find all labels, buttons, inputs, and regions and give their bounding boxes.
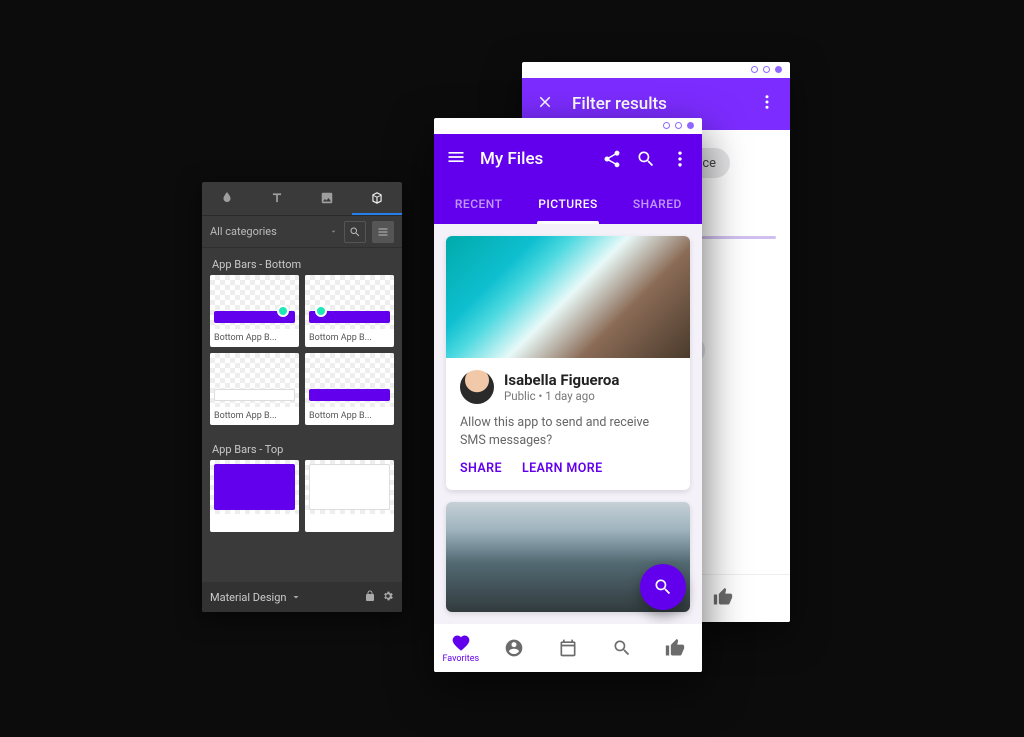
learn-more-button[interactable]: LEARN MORE — [522, 461, 603, 476]
avatar[interactable] — [460, 370, 494, 404]
close-icon[interactable] — [536, 93, 554, 115]
tab-recent[interactable]: RECENT — [434, 184, 523, 224]
tab-image-icon[interactable] — [302, 182, 352, 215]
files-tabs: RECENT PICTURES SHARED — [434, 184, 702, 224]
chevron-down-icon — [290, 591, 302, 603]
component-thumb[interactable]: Bottom App B... — [210, 353, 299, 425]
card-body: Allow this app to send and receive SMS m… — [446, 408, 690, 453]
component-thumb[interactable] — [305, 460, 394, 532]
component-thumb[interactable]: Bottom App B... — [305, 353, 394, 425]
files-phone: My Files RECENT PICTURES SHARED Isabella… — [434, 118, 702, 672]
gear-icon[interactable] — [382, 590, 394, 605]
filter-title: Filter results — [572, 94, 758, 114]
category-selector[interactable]: All categories — [202, 216, 402, 248]
component-thumb[interactable] — [210, 460, 299, 532]
nav-thumb[interactable] — [648, 624, 702, 672]
window-controls — [751, 66, 782, 73]
card-image — [446, 236, 690, 358]
category-label: All categories — [210, 225, 277, 238]
more-icon[interactable] — [670, 149, 690, 169]
card-subtitle: Public • 1 day ago — [504, 389, 619, 403]
search-fab[interactable] — [640, 564, 686, 610]
lock-icon[interactable] — [364, 590, 376, 605]
files-title: My Files — [480, 149, 588, 169]
tab-text-icon[interactable] — [252, 182, 302, 215]
search-icon[interactable] — [636, 149, 656, 169]
nav-thumb-icon[interactable] — [713, 587, 733, 611]
section-title: App Bars - Top — [202, 433, 402, 460]
share-icon[interactable] — [602, 149, 622, 169]
menu-icon[interactable] — [446, 147, 466, 171]
asset-panel: All categories App Bars - Bottom Bottom … — [202, 182, 402, 612]
nav-search[interactable] — [595, 624, 649, 672]
more-icon[interactable] — [758, 93, 776, 115]
panel-tabs — [202, 182, 402, 216]
tab-color-icon[interactable] — [202, 182, 252, 215]
panel-footer: Material Design — [202, 582, 402, 612]
component-thumb[interactable]: Bottom App B... — [305, 275, 394, 347]
nav-label: Favorites — [442, 654, 479, 664]
author-name: Isabella Figueroa — [504, 371, 619, 389]
files-bottom-nav: Favorites — [434, 624, 702, 672]
tab-shared[interactable]: SHARED — [613, 184, 702, 224]
list-view-button[interactable] — [372, 221, 394, 243]
nav-favorites[interactable]: Favorites — [434, 624, 488, 672]
file-card[interactable]: Isabella Figueroa Public • 1 day ago All… — [446, 236, 690, 490]
library-selector[interactable]: Material Design — [210, 591, 358, 604]
window-controls — [663, 122, 694, 129]
nav-account[interactable] — [488, 624, 542, 672]
tab-pictures[interactable]: PICTURES — [523, 184, 612, 224]
share-button[interactable]: SHARE — [460, 461, 502, 476]
files-appbar: My Files — [434, 134, 702, 184]
component-thumb[interactable]: Bottom App B... — [210, 275, 299, 347]
search-button[interactable] — [344, 221, 366, 243]
tab-components-icon[interactable] — [352, 182, 402, 215]
chevron-down-icon — [329, 227, 338, 236]
nav-calendar[interactable] — [541, 624, 595, 672]
section-title: App Bars - Bottom — [202, 248, 402, 275]
